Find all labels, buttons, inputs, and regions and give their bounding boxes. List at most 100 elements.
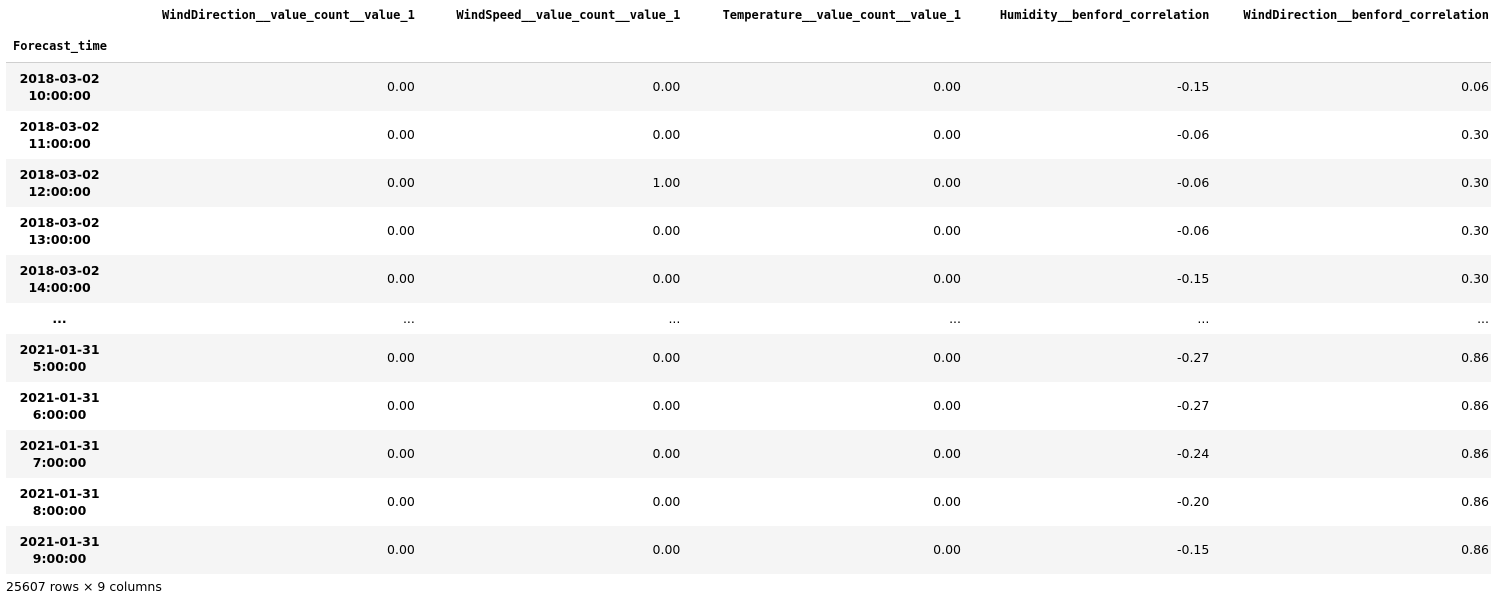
row-index-time: 7:00:00 bbox=[32, 454, 87, 470]
row-index: 2021-01-31 6:00:00 bbox=[6, 382, 125, 430]
table-cell: 0.00 bbox=[387, 79, 415, 95]
table-cell: 0.00 bbox=[387, 494, 415, 509]
table-cell: 0.00 bbox=[387, 350, 415, 365]
table-cell: 0.00 bbox=[933, 79, 961, 95]
table-cell: 0.86 bbox=[1461, 494, 1489, 509]
row-index: 2018-03-02 13:00:00 bbox=[6, 207, 125, 255]
table-cell: -0.24 bbox=[1176, 446, 1210, 461]
table-row: 2018-03-02 11:00:00 0.00 0.00 0.00 -0.06 0.30 bbox=[6, 110, 1491, 159]
row-index: 2018-03-02 11:00:00 bbox=[6, 111, 125, 159]
row-index-time: 5:00:00 bbox=[32, 358, 87, 374]
dataframe-table: WindDirection__value_count__value_1 Wind… bbox=[6, 0, 1491, 574]
table-header: WindDirection__value_count__value_1 Wind… bbox=[6, 0, 1491, 63]
table-body: 2018-03-02 10:00:00 0.00 0.00 0.00 -0.15 0.06 2… bbox=[6, 62, 1491, 574]
row-column-count: 25607 rows × 9 columns bbox=[6, 579, 162, 594]
row-index: 2018-03-02 12:00:00 bbox=[6, 159, 125, 207]
row-index: 2021-01-31 8:00:00 bbox=[6, 478, 125, 526]
table-cell: 0.00 bbox=[933, 127, 961, 142]
table-cell: 0.00 bbox=[933, 350, 961, 365]
table-cell: 0.00 bbox=[387, 271, 415, 286]
row-index-date: 2021-01-31 bbox=[19, 437, 100, 453]
ellipsis-row: .................. bbox=[6, 302, 1491, 334]
column-header: WindDirection__value_count__value_1 bbox=[161, 8, 415, 22]
table-row: 2021-01-31 7:00:00 0.00 0.00 0.00 -0.24 0.86 bbox=[6, 429, 1491, 478]
table-cell: 0.06 bbox=[1461, 79, 1489, 95]
table-cell: 0.00 bbox=[933, 494, 961, 509]
table-cell: 0.00 bbox=[652, 542, 681, 557]
table-cell: 0.86 bbox=[1461, 542, 1489, 557]
table-row: 2021-01-31 6:00:00 0.00 0.00 0.00 -0.27 0.86 bbox=[6, 381, 1491, 430]
table-cell: -0.27 bbox=[1176, 398, 1210, 413]
table-cell: 0.00 bbox=[387, 398, 415, 413]
ellipsis-cell: ... bbox=[402, 310, 415, 326]
column-header: WindSpeed__value_count__value_1 bbox=[456, 8, 681, 22]
row-index-date: 2021-01-31 bbox=[19, 485, 100, 501]
table-cell: 0.00 bbox=[652, 350, 681, 365]
row-index-time: 14:00:00 bbox=[28, 279, 91, 295]
table-cell: -0.06 bbox=[1176, 175, 1210, 190]
table-cell: 0.00 bbox=[933, 446, 961, 461]
row-index: 2021-01-31 5:00:00 bbox=[6, 334, 125, 382]
row-index-time: 13:00:00 bbox=[28, 231, 91, 247]
table-cell: 0.00 bbox=[387, 446, 415, 461]
table-row: 2021-01-31 8:00:00 0.00 0.00 0.00 -0.20 0.86 bbox=[6, 477, 1491, 526]
table-cell: 0.86 bbox=[1461, 398, 1489, 413]
row-index-date: 2018-03-02 bbox=[19, 214, 100, 230]
table-cell: 0.30 bbox=[1461, 127, 1489, 142]
row-index-time: 6:00:00 bbox=[32, 406, 87, 422]
table-cell: 0.00 bbox=[933, 542, 961, 557]
index-name-row: Forecast_time bbox=[6, 30, 1491, 63]
table-cell: 0.00 bbox=[652, 494, 681, 509]
table-cell: 0.00 bbox=[387, 223, 415, 238]
table-row: 2018-03-02 13:00:00 0.00 0.00 0.00 -0.06 0.30 bbox=[6, 206, 1491, 255]
row-index-time: 9:00:00 bbox=[32, 550, 87, 566]
ellipsis-cell: ... bbox=[1197, 310, 1210, 326]
table-cell: -0.27 bbox=[1176, 350, 1210, 365]
table-cell: 0.86 bbox=[1461, 350, 1489, 365]
row-index-time: 12:00:00 bbox=[28, 183, 91, 199]
table-cell: 0.00 bbox=[387, 127, 415, 142]
table-cell: 0.00 bbox=[933, 223, 961, 238]
row-index: 2018-03-02 14:00:00 bbox=[6, 255, 125, 303]
table-cell: 0.86 bbox=[1461, 446, 1489, 461]
table-row: 2021-01-31 5:00:00 0.00 0.00 0.00 -0.27 0.86 bbox=[6, 333, 1491, 382]
row-index-date: 2018-03-02 bbox=[19, 166, 100, 182]
table-cell: 0.00 bbox=[933, 271, 961, 286]
table-cell: 0.00 bbox=[387, 542, 415, 557]
column-header-row: WindDirection__value_count__value_1 Wind… bbox=[6, 0, 1491, 30]
table-cell: 0.00 bbox=[387, 175, 415, 190]
table-row: 2018-03-02 10:00:00 0.00 0.00 0.00 -0.15 0.06 bbox=[6, 62, 1491, 111]
table-row: 2021-01-31 9:00:00 0.00 0.00 0.00 -0.15 0.86 bbox=[6, 525, 1491, 574]
table-cell: 1.00 bbox=[652, 175, 681, 190]
row-index-date: 2021-01-31 bbox=[19, 389, 100, 405]
row-index-date: 2018-03-02 bbox=[19, 70, 100, 86]
dataframe-output: WindDirection__value_count__value_1 Wind… bbox=[6, 0, 1491, 574]
row-index-date: 2018-03-02 bbox=[19, 262, 100, 278]
column-header: Humidity__benford_correlation bbox=[999, 8, 1210, 22]
table-cell: -0.15 bbox=[1176, 79, 1210, 95]
index-name: Forecast_time bbox=[6, 30, 126, 63]
row-index: 2018-03-02 10:00:00 bbox=[6, 63, 125, 111]
ellipsis-cell: ... bbox=[1477, 310, 1489, 326]
table-cell: 0.00 bbox=[652, 79, 681, 95]
table-cell: -0.15 bbox=[1176, 271, 1210, 286]
table-cell: 0.00 bbox=[652, 223, 681, 238]
table-cell: 0.00 bbox=[652, 127, 681, 142]
table-cell: 0.30 bbox=[1461, 223, 1489, 238]
row-index-time: 8:00:00 bbox=[32, 502, 87, 518]
row-index: 2021-01-31 7:00:00 bbox=[6, 430, 125, 478]
table-cell: 0.30 bbox=[1461, 271, 1489, 286]
table-cell: 0.00 bbox=[933, 398, 961, 413]
row-index-date: 2021-01-31 bbox=[19, 341, 100, 357]
table-cell: -0.06 bbox=[1176, 223, 1210, 238]
ellipsis-cell: ... bbox=[668, 310, 681, 326]
table-cell: 0.30 bbox=[1461, 175, 1489, 190]
row-index-time: 11:00:00 bbox=[28, 135, 91, 151]
column-header: WindDirection__benford_correlation bbox=[1243, 8, 1489, 22]
row-index-date: 2018-03-02 bbox=[19, 118, 100, 134]
column-header: Temperature__value_count__value_1 bbox=[722, 8, 961, 22]
table-row: 2018-03-02 12:00:00 0.00 1.00 0.00 -0.06 0.30 bbox=[6, 158, 1491, 207]
row-index-time: 10:00:00 bbox=[28, 87, 91, 103]
ellipsis-index: ... bbox=[52, 310, 67, 326]
table-cell: 0.00 bbox=[652, 271, 681, 286]
